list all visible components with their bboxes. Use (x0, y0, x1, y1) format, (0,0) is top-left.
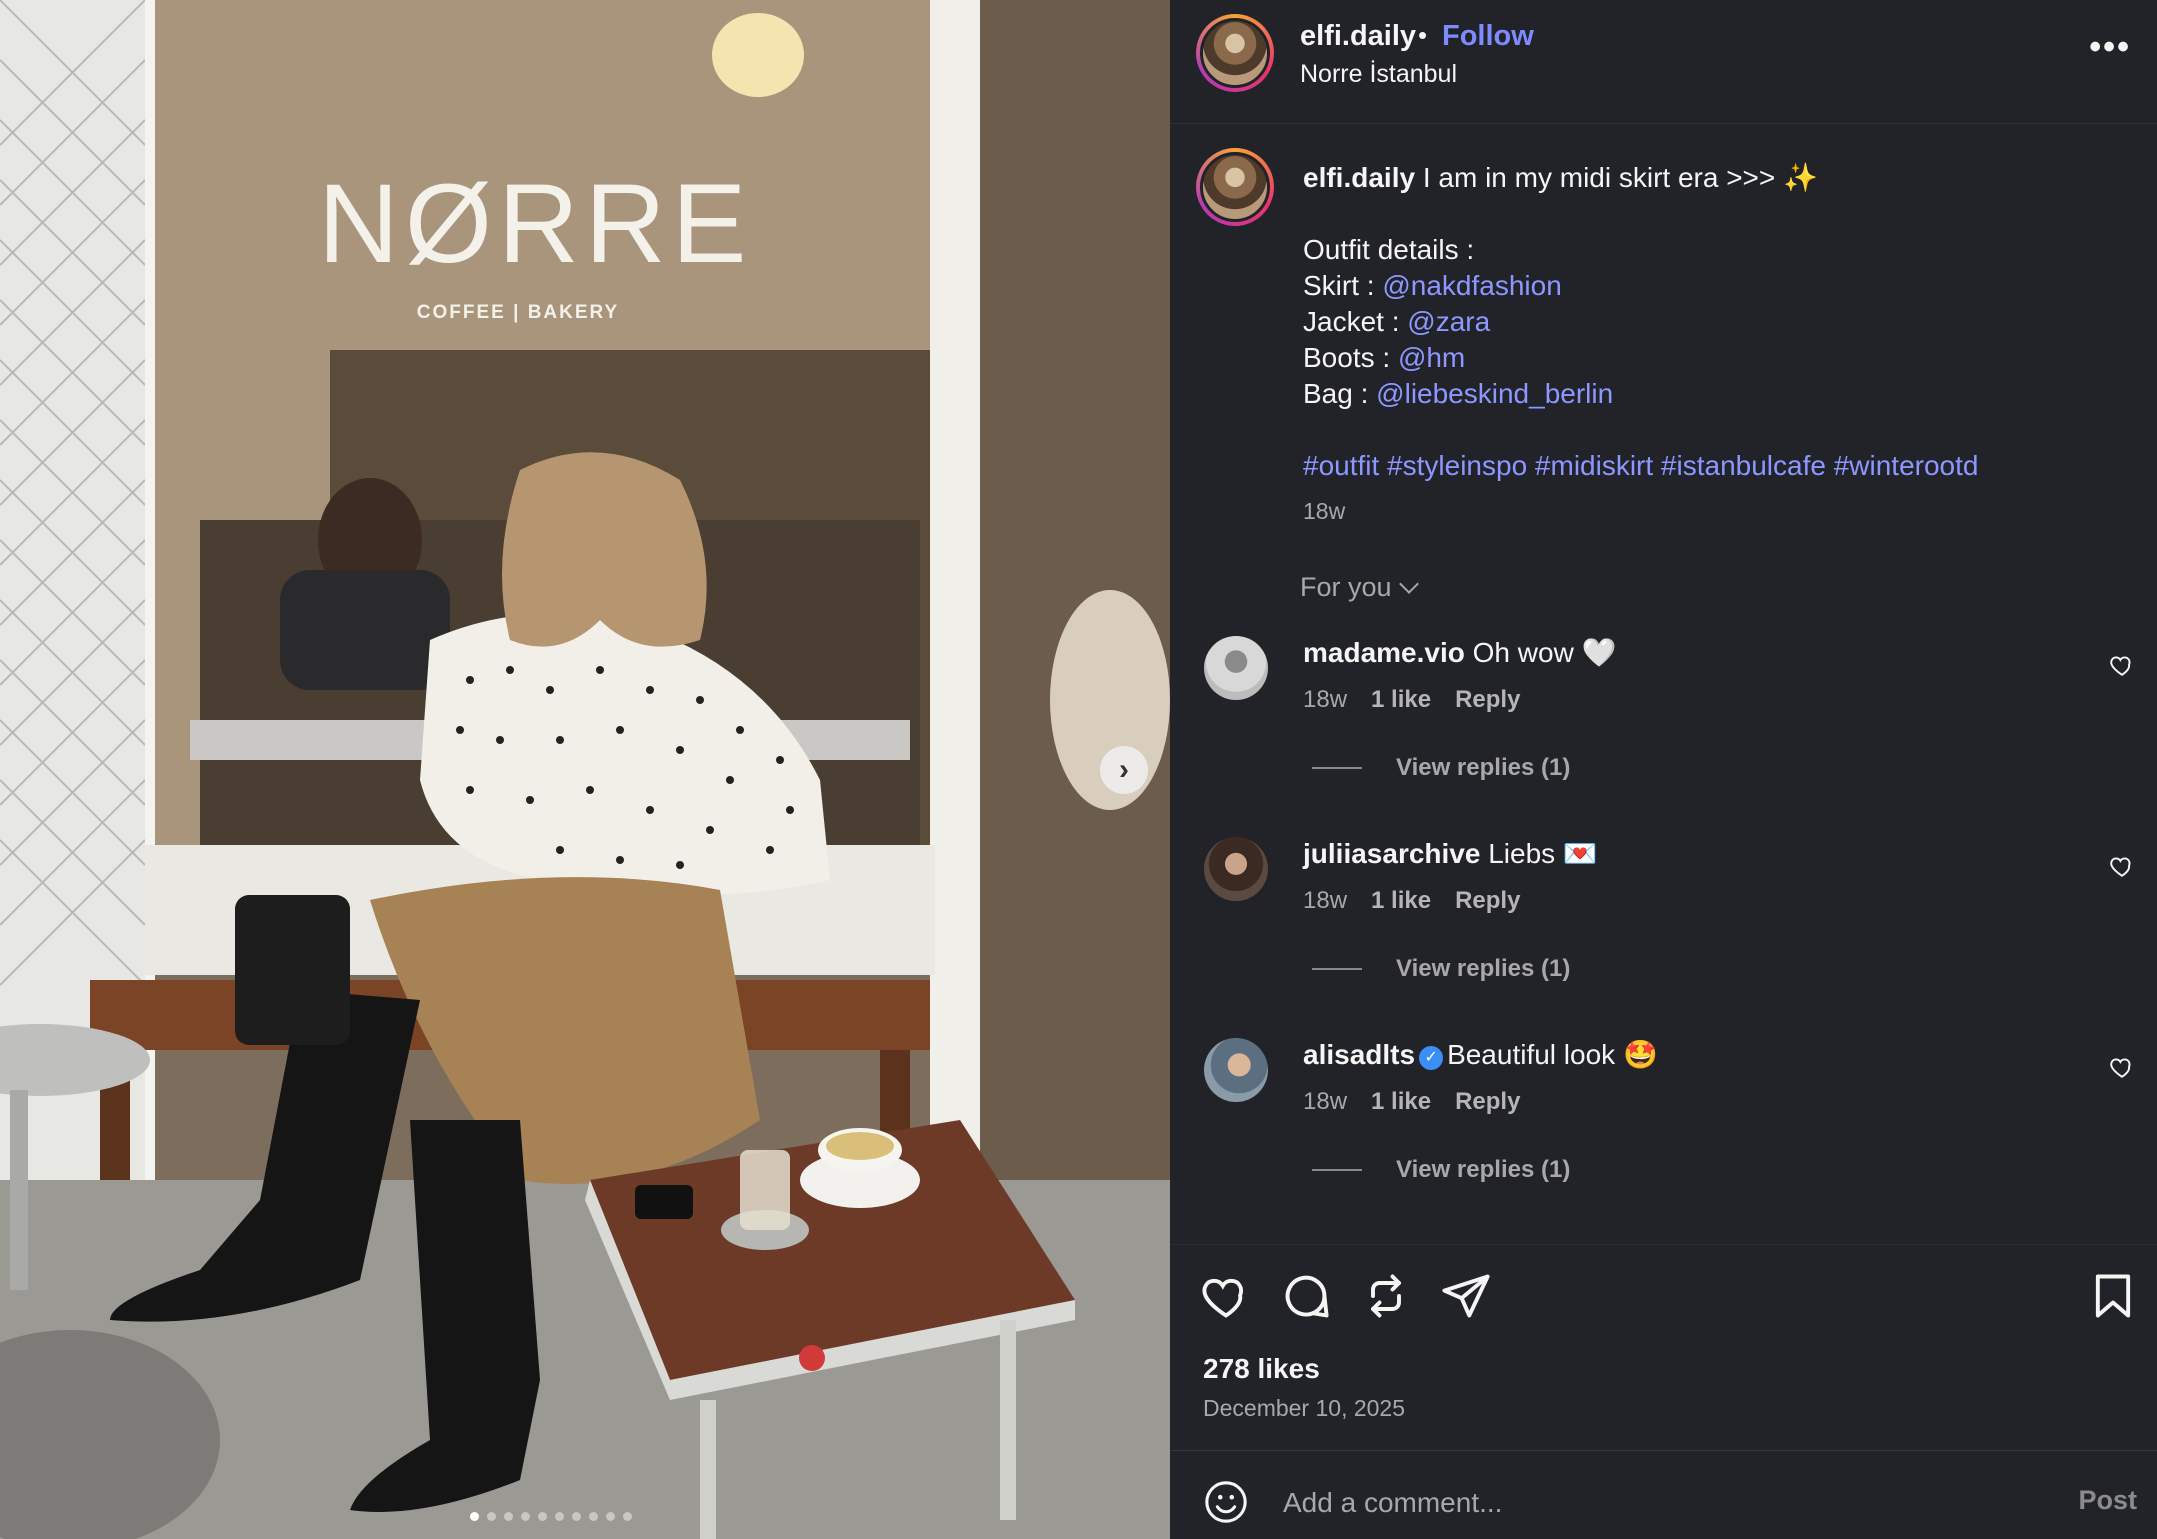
comment-sort-dropdown[interactable]: For you (1300, 572, 1419, 603)
carousel-dot[interactable] (589, 1512, 598, 1521)
post-header: elfi.daily • Follow Norre İstanbul ••• (1170, 0, 2157, 124)
comment-time[interactable]: 18w (1303, 686, 1347, 713)
view-replies-button[interactable]: View replies (1) (1312, 754, 1570, 782)
outfit-item-label: Boots : (1303, 342, 1398, 373)
cafe-sign: NØRRE COFFEE | BAKERY (318, 161, 753, 324)
comment-time[interactable]: 18w (1303, 887, 1347, 914)
repost-icon[interactable] (1360, 1270, 1412, 1322)
comment-likes[interactable]: 1 like (1371, 1088, 1431, 1115)
chevron-right-icon: › (1119, 753, 1129, 786)
caption-timestamp[interactable]: 18w (1303, 498, 1345, 525)
reply-button[interactable]: Reply (1455, 887, 1520, 914)
outfit-item: Jacket : @zara (1303, 304, 2123, 340)
mention-link[interactable]: @nakdfashion (1382, 270, 1561, 301)
reply-button[interactable]: Reply (1455, 686, 1520, 713)
post-actions: 278 likes December 10, 2025 (1170, 1244, 2157, 1484)
carousel-dot[interactable] (487, 1512, 496, 1521)
commenter-avatar[interactable] (1204, 1038, 1268, 1102)
more-options-icon[interactable]: ••• (2089, 28, 2131, 67)
comment-item: madame.vio Oh wow 🤍 18w 1 like Reply View … (1170, 636, 2157, 836)
comment-composer: Post (1170, 1450, 2157, 1539)
commenter-username[interactable]: juliiasarchive (1303, 838, 1480, 869)
carousel-dot[interactable] (572, 1512, 581, 1521)
mention-link[interactable]: @hm (1398, 342, 1465, 373)
chevron-down-icon (1398, 574, 1419, 594)
heart-icon[interactable] (1200, 1270, 1252, 1322)
carousel-dot[interactable] (521, 1512, 530, 1521)
carousel-dot[interactable] (538, 1512, 547, 1521)
comment-text: alisadlts ✓ Beautiful look 🤩 (1303, 1038, 1658, 1071)
carousel-dots (470, 1512, 632, 1521)
comment-heart-icon[interactable] (2109, 652, 2135, 678)
author-username[interactable]: elfi.daily (1300, 20, 1416, 53)
comment-item: alisadlts ✓ Beautiful look 🤩 18w 1 like Repl… (1170, 1038, 2157, 1238)
comment-icon[interactable] (1280, 1270, 1332, 1322)
comment-body: Beautiful look 🤩 (1447, 1039, 1658, 1070)
view-replies-label: View replies (1) (1396, 1156, 1571, 1183)
outfit-item-label: Jacket : (1303, 306, 1408, 337)
carousel-dot[interactable] (504, 1512, 513, 1521)
mention-link[interactable]: @liebeskind_berlin (1376, 378, 1613, 409)
outfit-item: Boots : @hm (1303, 340, 2123, 376)
outfit-item-label: Bag : (1303, 378, 1377, 409)
bookmark-icon[interactable] (2087, 1270, 2139, 1322)
hashtags[interactable]: #outfit #styleinspo #midiskirt #istanbul… (1303, 448, 2123, 484)
caption-body: I am in my midi skirt era >>> ✨ (1422, 162, 1818, 193)
commenter-username[interactable]: madame.vio (1303, 637, 1465, 668)
comment-heart-icon[interactable] (2109, 853, 2135, 879)
comment-text: juliiasarchive Liebs 💌 (1303, 837, 1598, 870)
reply-button[interactable]: Reply (1455, 1088, 1520, 1115)
outfit-title: Outfit details : (1303, 234, 1475, 265)
comment-heart-icon[interactable] (2109, 1054, 2135, 1080)
cafe-sign-subtitle: COFFEE | BAKERY (416, 302, 620, 323)
header-separator: • (1418, 20, 1428, 50)
view-replies-button[interactable]: View replies (1) (1312, 955, 1570, 983)
verified-badge-icon: ✓ (1419, 1046, 1444, 1070)
carousel-dot[interactable] (555, 1512, 564, 1521)
comment-input[interactable] (1283, 1481, 1983, 1525)
comment-meta: 18w 1 like Reply (1303, 686, 1544, 714)
post-comment-button[interactable]: Post (2078, 1485, 2137, 1516)
share-icon[interactable] (1440, 1270, 1492, 1322)
next-photo-button[interactable]: › (1100, 746, 1148, 794)
mention-link[interactable]: @zara (1407, 306, 1490, 337)
comment-text: madame.vio Oh wow 🤍 (1303, 636, 1616, 669)
commenter-avatar[interactable] (1204, 837, 1268, 901)
carousel-dot[interactable] (623, 1512, 632, 1521)
comment-body: Oh wow 🤍 (1472, 637, 1617, 668)
post-photo[interactable]: NØRRE COFFEE | BAKERY › (0, 0, 1170, 1539)
carousel-dot[interactable] (606, 1512, 615, 1521)
outfit-item: Bag : @liebeskind_berlin (1303, 376, 2123, 412)
caption-text: elfi.daily I am in my midi skirt era >>>… (1303, 160, 2123, 484)
emoji-icon[interactable] (1203, 1479, 1249, 1525)
commenter-avatar[interactable] (1204, 636, 1268, 700)
post-location[interactable]: Norre İstanbul (1300, 60, 1457, 89)
cafe-sign-name: NØRRE (318, 161, 753, 286)
outfit-item: Skirt : @nakdfashion (1303, 268, 2123, 304)
comment-meta: 18w 1 like Reply (1303, 887, 1544, 915)
comment-time[interactable]: 18w (1303, 1088, 1347, 1115)
carousel-dot[interactable] (470, 1512, 479, 1521)
comment-body: Liebs 💌 (1488, 838, 1598, 869)
view-replies-label: View replies (1) (1396, 754, 1571, 781)
comment-meta: 18w 1 like Reply (1303, 1088, 1544, 1116)
comment-sort-label: For you (1300, 572, 1392, 602)
comment-likes[interactable]: 1 like (1371, 686, 1431, 713)
post-date[interactable]: December 10, 2025 (1203, 1395, 1405, 1422)
caption-username[interactable]: elfi.daily (1303, 162, 1415, 193)
follow-button[interactable]: Follow (1442, 20, 1534, 53)
author-avatar[interactable] (1196, 14, 1274, 92)
view-replies-button[interactable]: View replies (1) (1312, 1156, 1570, 1184)
comment-item: juliiasarchive Liebs 💌 18w 1 like Reply Vi… (1170, 837, 2157, 1037)
outfit-item-label: Skirt : (1303, 270, 1383, 301)
commenter-username[interactable]: alisadlts (1303, 1039, 1415, 1070)
caption-avatar[interactable] (1196, 148, 1274, 226)
comment-likes[interactable]: 1 like (1371, 887, 1431, 914)
post-side-panel: elfi.daily • Follow Norre İstanbul ••• e… (1170, 0, 2157, 1539)
view-replies-label: View replies (1) (1396, 955, 1571, 982)
likes-count[interactable]: 278 likes (1203, 1353, 1320, 1385)
